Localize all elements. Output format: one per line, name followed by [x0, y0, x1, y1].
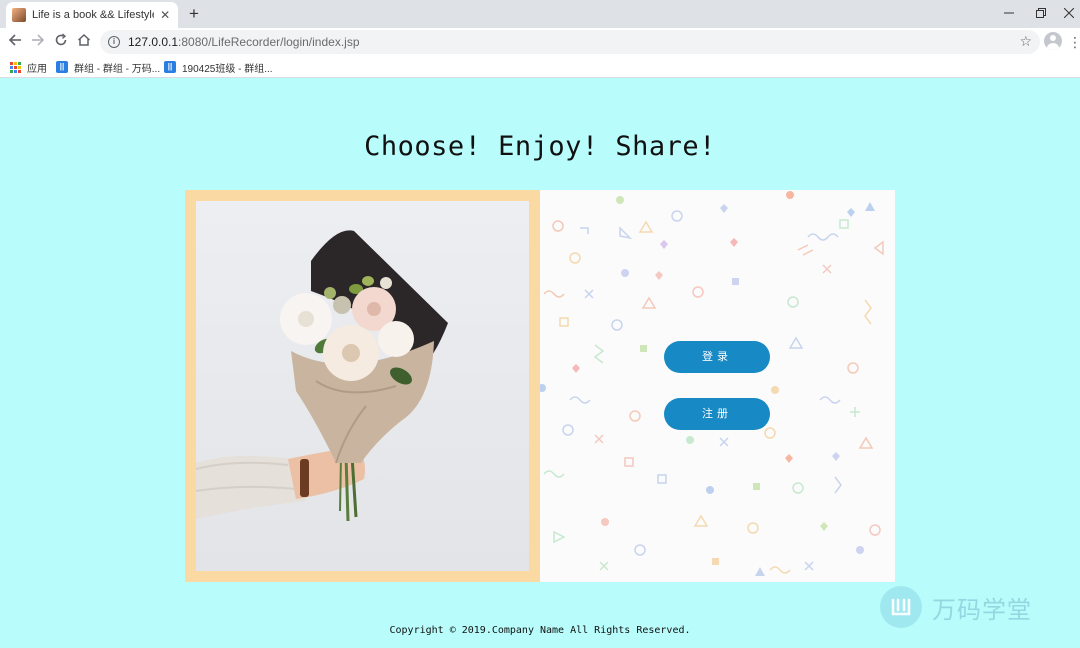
reload-icon[interactable]	[51, 32, 71, 52]
group-favicon-icon: ||	[56, 61, 68, 73]
url-text: 127.0.0.1:8080/LifeRecorder/login/index.…	[128, 35, 360, 49]
confetti-pattern	[540, 191, 884, 576]
flower-bouquet-image	[196, 201, 529, 571]
close-window-icon[interactable]	[1054, 2, 1080, 24]
photo-frame	[185, 190, 540, 582]
watermark: 万码学堂	[880, 586, 1032, 628]
bookmark-label: 应用	[27, 63, 47, 75]
bookmarks-bar: 应用 || 群组 - 群组 - 万码... || 190425班级 - 群组..…	[0, 56, 1080, 78]
close-tab-icon[interactable]: ✕	[158, 8, 172, 22]
restore-icon[interactable]	[1026, 2, 1056, 24]
bookmark-star-icon[interactable]: ☆	[1019, 33, 1032, 50]
address-bar[interactable]: i 127.0.0.1:8080/LifeRecorder/login/inde…	[100, 30, 1040, 54]
home-icon[interactable]	[74, 32, 94, 52]
apps-grid-icon	[10, 61, 21, 73]
browser-tab[interactable]: Life is a book && Lifestyle is a ✕	[6, 2, 178, 28]
minimize-icon[interactable]	[994, 2, 1024, 24]
bookmark-label: 190425班级 - 群组...	[182, 63, 273, 75]
bookmark-label: 群组 - 群组 - 万码...	[74, 63, 161, 75]
site-favicon-icon	[12, 8, 26, 22]
group-favicon-icon: ||	[164, 61, 176, 73]
bookmark-apps[interactable]: 应用	[10, 59, 47, 75]
back-icon[interactable]	[5, 32, 25, 52]
watermark-logo-icon	[880, 586, 922, 628]
page-body: Choose! Enjoy! Share! 登录 注册 万码学堂 Copyrig…	[0, 79, 1080, 648]
bookmark-group-1[interactable]: || 群组 - 群组 - 万码...	[56, 59, 160, 75]
forward-icon[interactable]	[28, 32, 48, 52]
browser-menu-icon[interactable]: ⋮	[1068, 32, 1080, 52]
tab-strip: Life is a book && Lifestyle is a ✕ +	[0, 0, 1080, 28]
pattern-panel: 登录 注册	[540, 190, 895, 582]
bookmark-group-2[interactable]: || 190425班级 - 群组...	[164, 59, 273, 75]
profile-avatar-icon[interactable]	[1044, 32, 1062, 50]
login-card: 登录 注册	[185, 190, 895, 582]
login-button[interactable]: 登录	[664, 341, 770, 373]
watermark-text: 万码学堂	[932, 595, 1032, 624]
page-headline: Choose! Enjoy! Share!	[364, 131, 716, 162]
browser-toolbar: i 127.0.0.1:8080/LifeRecorder/login/inde…	[0, 28, 1080, 56]
copyright-footer: Copyright © 2019.Company Name All Rights…	[389, 625, 691, 636]
site-info-icon[interactable]: i	[108, 36, 120, 48]
register-button[interactable]: 注册	[664, 398, 770, 430]
tab-title: Life is a book && Lifestyle is a	[32, 9, 155, 21]
new-tab-button[interactable]: +	[184, 4, 204, 24]
